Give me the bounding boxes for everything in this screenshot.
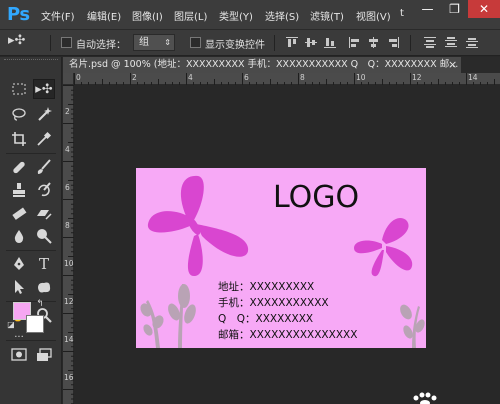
large-butterfly-graphic bbox=[147, 175, 249, 276]
menu-file[interactable]: 文件(F) bbox=[41, 8, 75, 23]
blur-tool-icon[interactable] bbox=[8, 226, 30, 246]
show-transform-label: 显示变换控件 bbox=[205, 40, 265, 51]
menu-filter[interactable]: 滤镜(T) bbox=[310, 8, 344, 23]
card-logo-text: LOGO bbox=[273, 180, 360, 215]
move-tool-preset-icon[interactable]: ▸✣ bbox=[8, 33, 25, 48]
spot-healing-tool-icon[interactable] bbox=[8, 157, 30, 177]
move-tool-icon[interactable]: ▸✣ bbox=[33, 79, 55, 99]
align-vertical-center-icon[interactable] bbox=[305, 37, 317, 48]
card-email: 邮箱：XXXXXXXXXXXXXXX bbox=[218, 329, 358, 341]
distribute-vertical-center-icon[interactable] bbox=[445, 37, 457, 48]
ruler-label: 14 bbox=[64, 335, 74, 344]
custom-shape-tool-icon[interactable] bbox=[33, 277, 55, 297]
gradient-tool-icon[interactable] bbox=[33, 203, 55, 223]
restore-button[interactable]: ❐ bbox=[441, 0, 468, 18]
menu-bar: Ps 文件(F) 编辑(E) 图像(I) 图层(L) 类型(Y) 选择(S) 滤… bbox=[0, 0, 500, 30]
photoshop-logo: Ps bbox=[7, 4, 30, 25]
screen-mode-icon[interactable] bbox=[33, 345, 55, 365]
align-bottom-icon[interactable] bbox=[324, 37, 336, 48]
card-phone: 手机：XXXXXXXXXXX bbox=[218, 297, 329, 309]
auto-select-label: 自动选择： bbox=[76, 40, 126, 51]
pen-tool-icon[interactable] bbox=[8, 254, 30, 274]
options-bar: ▸✣ 自动选择： 组 ⇕ 显示变换控件 bbox=[0, 30, 500, 56]
ruler-label: 2 bbox=[65, 107, 70, 116]
tool-divider bbox=[6, 340, 56, 341]
ruler-label: 6 bbox=[244, 73, 249, 82]
distribute-bottom-icon[interactable] bbox=[466, 37, 478, 48]
ruler-origin[interactable] bbox=[63, 73, 74, 85]
align-right-icon[interactable] bbox=[387, 37, 399, 48]
tool-divider bbox=[6, 153, 56, 154]
auto-select-checkbox[interactable] bbox=[61, 37, 72, 48]
align-left-icon[interactable] bbox=[349, 37, 361, 48]
auto-select-value: 组 bbox=[139, 37, 149, 48]
dodge-tool-icon[interactable] bbox=[33, 226, 55, 246]
quick-mask-icon[interactable] bbox=[8, 345, 30, 365]
divider bbox=[274, 35, 275, 51]
vertical-ruler[interactable]: 2 4 6 8 10 12 14 16 bbox=[63, 85, 74, 404]
distribute-top-icon[interactable] bbox=[424, 37, 436, 48]
history-brush-tool-icon[interactable] bbox=[33, 180, 55, 200]
eraser-tool-icon[interactable] bbox=[8, 203, 30, 223]
panel-grip[interactable] bbox=[4, 59, 58, 67]
business-card-canvas[interactable]: LOGO 地址：XXXXXXXXX 手机：XXXXXXXXXXX Q Q：XXX… bbox=[136, 168, 426, 348]
ruler-label: 2 bbox=[132, 73, 137, 82]
menu-image[interactable]: 图像(I) bbox=[132, 8, 163, 23]
auto-select-dropdown[interactable]: 组 ⇕ bbox=[133, 34, 175, 51]
card-address: 地址：XXXXXXXXX bbox=[218, 281, 315, 293]
document-tab[interactable]: 名片.psd @ 100% (地址：XXXXXXXXX 手机：XXXXXXXXX… bbox=[63, 57, 461, 73]
corner-plant-graphic bbox=[400, 304, 425, 348]
ruler-label: 10 bbox=[356, 73, 366, 82]
brush-tool-icon[interactable] bbox=[33, 157, 55, 177]
close-button[interactable]: ✕ bbox=[468, 0, 500, 18]
align-top-icon[interactable] bbox=[286, 37, 298, 48]
ruler-ticks bbox=[74, 73, 495, 85]
lasso-tool-icon[interactable] bbox=[8, 104, 30, 124]
tools-panel: ▸✣ T ✋ ·· bbox=[0, 57, 62, 404]
crop-tool-icon[interactable] bbox=[8, 129, 30, 149]
menu-overflow[interactable]: t bbox=[400, 8, 404, 19]
ruler-label: 4 bbox=[188, 73, 193, 82]
ruler-ticks bbox=[63, 85, 74, 404]
ruler-label: 0 bbox=[76, 73, 81, 82]
ruler-label: 4 bbox=[65, 145, 70, 154]
ruler-label: 14 bbox=[468, 73, 478, 82]
menu-edit[interactable]: 编辑(E) bbox=[87, 8, 121, 23]
document-tab-title: 名片.psd @ 100% (地址：XXXXXXXXX 手机：XXXXXXXXX… bbox=[69, 59, 459, 70]
ruler-label: 10 bbox=[64, 259, 74, 268]
dropdown-arrows-icon: ⇕ bbox=[164, 38, 171, 47]
close-tab-icon[interactable]: × bbox=[448, 57, 457, 73]
show-transform-checkbox[interactable] bbox=[190, 37, 201, 48]
path-selection-tool-icon[interactable] bbox=[8, 277, 30, 297]
ruler-label: 6 bbox=[65, 183, 70, 192]
menu-layer[interactable]: 图层(L) bbox=[174, 8, 207, 23]
menu-view[interactable]: 视图(V) bbox=[356, 8, 391, 23]
ruler-label: 8 bbox=[65, 221, 70, 230]
plant-decoration-graphic bbox=[140, 284, 196, 348]
menu-select[interactable]: 选择(S) bbox=[265, 8, 299, 23]
divider bbox=[50, 35, 51, 51]
default-colors-icon[interactable]: ◪ bbox=[6, 320, 16, 330]
type-tool-icon[interactable]: T bbox=[33, 254, 55, 274]
tool-divider bbox=[6, 250, 56, 251]
ruler-label: 12 bbox=[412, 73, 422, 82]
swap-colors-icon[interactable]: ↰ bbox=[35, 299, 45, 309]
horizontal-ruler[interactable]: 0 2 4 6 8 10 12 14 bbox=[74, 73, 500, 85]
magic-wand-tool-icon[interactable] bbox=[33, 104, 55, 124]
eyedropper-tool-icon[interactable] bbox=[33, 129, 55, 149]
background-color-swatch[interactable] bbox=[26, 315, 44, 333]
ruler-label: 8 bbox=[300, 73, 305, 82]
document-tab-bar: 名片.psd @ 100% (地址：XXXXXXXXX 手机：XXXXXXXXX… bbox=[63, 57, 500, 73]
divider bbox=[410, 35, 411, 51]
align-horizontal-center-icon[interactable] bbox=[368, 37, 380, 48]
ruler-label: 12 bbox=[64, 297, 74, 306]
minimize-button[interactable]: — bbox=[414, 0, 441, 18]
card-qq: Q Q：XXXXXXXX bbox=[218, 313, 314, 325]
ruler-label: 16 bbox=[64, 373, 74, 382]
clone-stamp-tool-icon[interactable] bbox=[8, 180, 30, 200]
marquee-tool-icon[interactable] bbox=[8, 79, 30, 99]
menu-type[interactable]: 类型(Y) bbox=[219, 8, 253, 23]
paw-print-icon bbox=[413, 392, 437, 404]
small-butterfly-graphic bbox=[354, 218, 413, 277]
